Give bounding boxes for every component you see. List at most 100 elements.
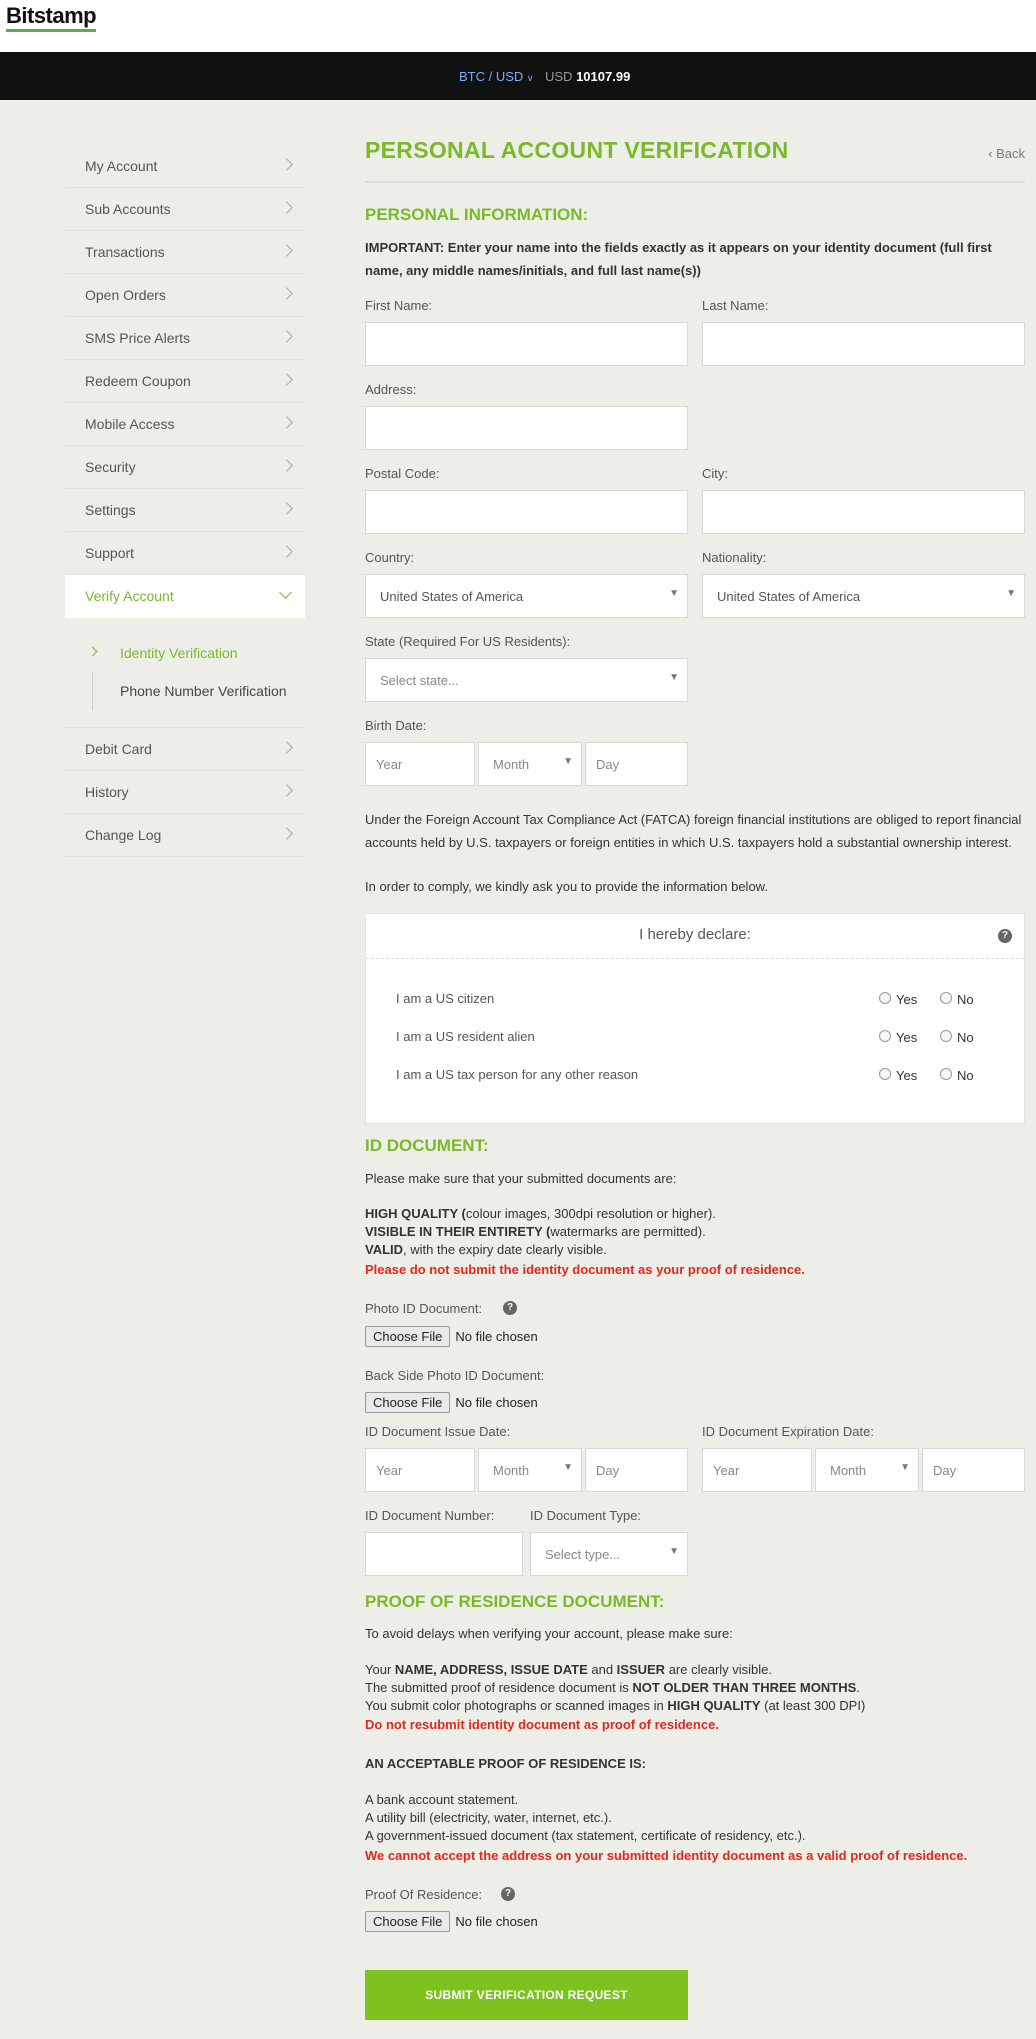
choose-file-button[interactable]: Choose File [365,1911,451,1932]
chevron-right-icon [280,330,293,343]
submit-verification-button[interactable]: SUBMIT VERIFICATION REQUEST [365,1970,688,2020]
expiry-date-label: ID Document Expiration Date: [702,1424,874,1439]
sidebar-item-verify-account[interactable]: Verify Account [65,575,305,618]
acceptable-item: A utility bill (electricity, water, inte… [365,1810,612,1825]
city-input[interactable] [702,490,1025,534]
state-placeholder: Select state... [380,673,459,688]
choose-file-button[interactable]: Choose File [365,1326,451,1347]
issue-month-select[interactable]: Month ▼ [478,1448,582,1492]
us-resident-yes-radio[interactable] [879,1030,891,1042]
pair-label: BTC / USD [459,69,524,84]
us-citizen-no-radio[interactable] [940,992,952,1004]
top-bar: Bitstamp [0,0,1036,52]
nationality-value: United States of America [717,589,861,604]
acceptable-item: A government-issued document (tax statem… [365,1828,806,1843]
photo-id-label: Photo ID Document: [365,1301,483,1316]
us-citizen-label: I am a US citizen [396,991,495,1006]
choose-file-button[interactable]: Choose File [365,1392,451,1413]
month-placeholder: Month [493,1463,530,1478]
sidebar-item-label: Mobile Access [85,416,175,432]
sidebar-item-history[interactable]: History [65,771,305,814]
id-type-select[interactable]: Select type... ▼ [530,1532,688,1576]
help-icon[interactable]: ? [503,1301,517,1315]
chevron-right-icon [280,158,293,171]
us-resident-no-radio[interactable] [940,1030,952,1042]
sidebar-item-open-orders[interactable]: Open Orders [65,274,305,317]
sidebar-item-change-log[interactable]: Change Log [65,814,305,857]
day-placeholder: Day [596,757,620,772]
issue-day-input[interactable]: Day [585,1448,688,1492]
nationality-select[interactable]: United States of America ▼ [702,574,1025,618]
sidebar-item-sms-price-alerts[interactable]: SMS Price Alerts [65,317,305,360]
sidebar-subitem-phone-verification[interactable]: Phone Number Verification [65,672,305,710]
proof-heading: PROOF OF RESIDENCE DOCUMENT: [365,1592,665,1611]
sidebar-item-support[interactable]: Support [65,532,305,575]
birth-year-input[interactable]: Year [365,742,475,786]
country-label: Country: [365,550,415,565]
req-text: (at least 300 DPI) [760,1698,866,1713]
sidebar-item-security[interactable]: Security [65,446,305,489]
no-label: No [957,992,974,1007]
chevron-right-icon [280,244,293,257]
nationality-label: Nationality: [702,550,767,565]
sidebar-item-sub-accounts[interactable]: Sub Accounts [65,188,305,231]
dropdown-arrow-icon: ▼ [900,1462,910,1473]
yes-label: Yes [896,1030,918,1045]
sidebar-subitem-label: Identity Verification [120,645,238,661]
sidebar-item-debit-card[interactable]: Debit Card [65,728,305,771]
sidebar-item-my-account[interactable]: My Account [65,145,305,188]
address-input[interactable] [365,406,688,450]
dropdown-arrow-icon: ▼ [563,756,573,767]
req-text: The submitted proof of residence documen… [365,1680,633,1695]
expiry-month-select[interactable]: Month ▼ [815,1448,919,1492]
birth-day-input[interactable]: Day [585,742,688,786]
expiry-year-input[interactable]: Year [702,1448,812,1492]
postal-code-input[interactable] [365,490,688,534]
chevron-down-icon [279,586,292,599]
id-intro: Please make sure that your submitted doc… [365,1171,677,1186]
state-select[interactable]: Select state... ▼ [365,658,688,702]
title-divider [365,181,1025,183]
city-label: City: [702,466,728,481]
sidebar-item-redeem-coupon[interactable]: Redeem Coupon [65,360,305,403]
sidebar-item-mobile-access[interactable]: Mobile Access [65,403,305,446]
pair-selector[interactable]: BTC / USD ∨ [459,69,534,84]
sidebar-item-label: Verify Account [85,588,174,604]
last-name-input[interactable] [702,322,1025,366]
birth-month-select[interactable]: Month ▼ [478,742,582,786]
issue-year-input[interactable]: Year [365,1448,475,1492]
sidebar-item-label: Sub Accounts [85,201,171,217]
us-tax-yes-radio[interactable] [879,1068,891,1080]
proof-file-input[interactable]: Choose File No file chosen [365,1911,538,1932]
back-label: Back [996,146,1025,161]
req-text: colour images, 300dpi resolution or high… [465,1206,716,1221]
help-icon[interactable]: ? [998,929,1012,943]
proof-req-visible: Your NAME, ADDRESS, ISSUE DATE and ISSUE… [365,1661,772,1679]
req-bold: HIGH QUALITY ( [365,1206,466,1221]
sidebar-item-label: Change Log [85,827,162,843]
chevron-right-icon [280,545,293,558]
expiry-day-input[interactable]: Day [922,1448,1025,1492]
sidebar-subitem-identity-verification[interactable]: Identity Verification [65,634,305,672]
ticker-bar: BTC / USD ∨ USD 10107.99 [0,52,1036,100]
id-type-label: ID Document Type: [530,1508,642,1523]
sidebar-item-settings[interactable]: Settings [65,489,305,532]
sidebar-item-transactions[interactable]: Transactions [65,231,305,274]
id-req-valid: VALID, with the expiry date clearly visi… [365,1241,607,1259]
back-side-file-input[interactable]: Choose File No file chosen [365,1392,538,1413]
us-tax-no-radio[interactable] [940,1068,952,1080]
id-number-input[interactable] [365,1532,523,1576]
back-link[interactable]: ‹ Back [988,146,1025,161]
sidebar: My Account Sub Accounts Transactions Ope… [65,145,305,857]
first-name-input[interactable] [365,322,688,366]
country-select[interactable]: United States of America ▼ [365,574,688,618]
chevron-right-icon [280,784,293,797]
us-citizen-yes-radio[interactable] [879,992,891,1004]
sidebar-item-label: Redeem Coupon [85,373,191,389]
id-req-visible: VISIBLE IN THEIR ENTIRETY (watermarks ar… [365,1223,706,1241]
help-icon[interactable]: ? [501,1887,515,1901]
bitstamp-logo[interactable]: Bitstamp [6,3,97,29]
file-status: No file chosen [455,1395,538,1410]
photo-id-file-input[interactable]: Choose File No file chosen [365,1326,538,1347]
